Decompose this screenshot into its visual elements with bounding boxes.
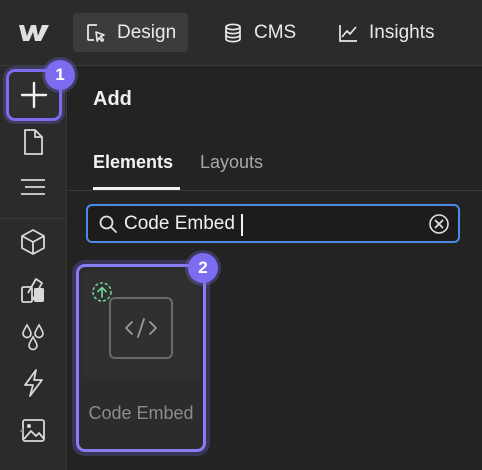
clear-search-icon[interactable] [428,213,450,235]
droplets-icon [22,323,44,351]
interactions-button[interactable] [16,366,50,400]
database-icon [225,23,241,42]
tab-elements[interactable]: Elements [93,152,173,173]
cursor-square-icon [87,23,105,42]
toolbar-divider [0,218,67,219]
tab-design[interactable]: Design [73,13,189,52]
webflow-logo-icon[interactable] [18,22,50,44]
code-embed-thumbnail [109,297,173,359]
page-icon [24,129,43,155]
tab-design-label: Design [117,21,177,43]
tab-insights-label: Insights [369,21,435,43]
navigator-button[interactable] [16,170,50,204]
panel-title: Add [93,88,132,110]
lightning-icon [24,369,43,397]
tab-cms[interactable]: CMS [210,13,308,52]
search-box[interactable] [86,204,460,243]
tab-layouts[interactable]: Layouts [200,152,263,173]
assets-button[interactable] [16,412,50,446]
step-badge-1: 1 [45,60,75,90]
code-embed-element-card[interactable]: Code Embed [76,264,206,452]
code-icon [125,318,157,338]
pages-button[interactable] [16,125,50,159]
search-icon [99,215,117,233]
style-selectors-button[interactable] [16,273,50,307]
chart-line-icon [339,24,357,42]
card-preview [83,271,199,379]
tab-insights[interactable]: Insights [325,13,446,52]
search-input[interactable] [124,211,424,237]
variables-button[interactable] [16,319,50,353]
tab-cms-label: CMS [254,21,297,43]
add-panel: Add Elements Layouts Code Embed Code Emb… [68,66,482,470]
plus-icon [20,81,48,109]
cube-icon [21,229,45,255]
panel-divider [68,190,482,191]
card-label: Code Embed [88,403,194,423]
left-toolbar [0,66,67,470]
paint-swatch-icon [21,278,44,303]
image-icon [20,419,45,442]
step-badge-2: 2 [188,253,218,283]
navigator-icon [21,179,45,195]
top-bar: Design CMS Insights [0,0,482,66]
components-button[interactable] [16,225,50,259]
text-caret [241,214,243,236]
